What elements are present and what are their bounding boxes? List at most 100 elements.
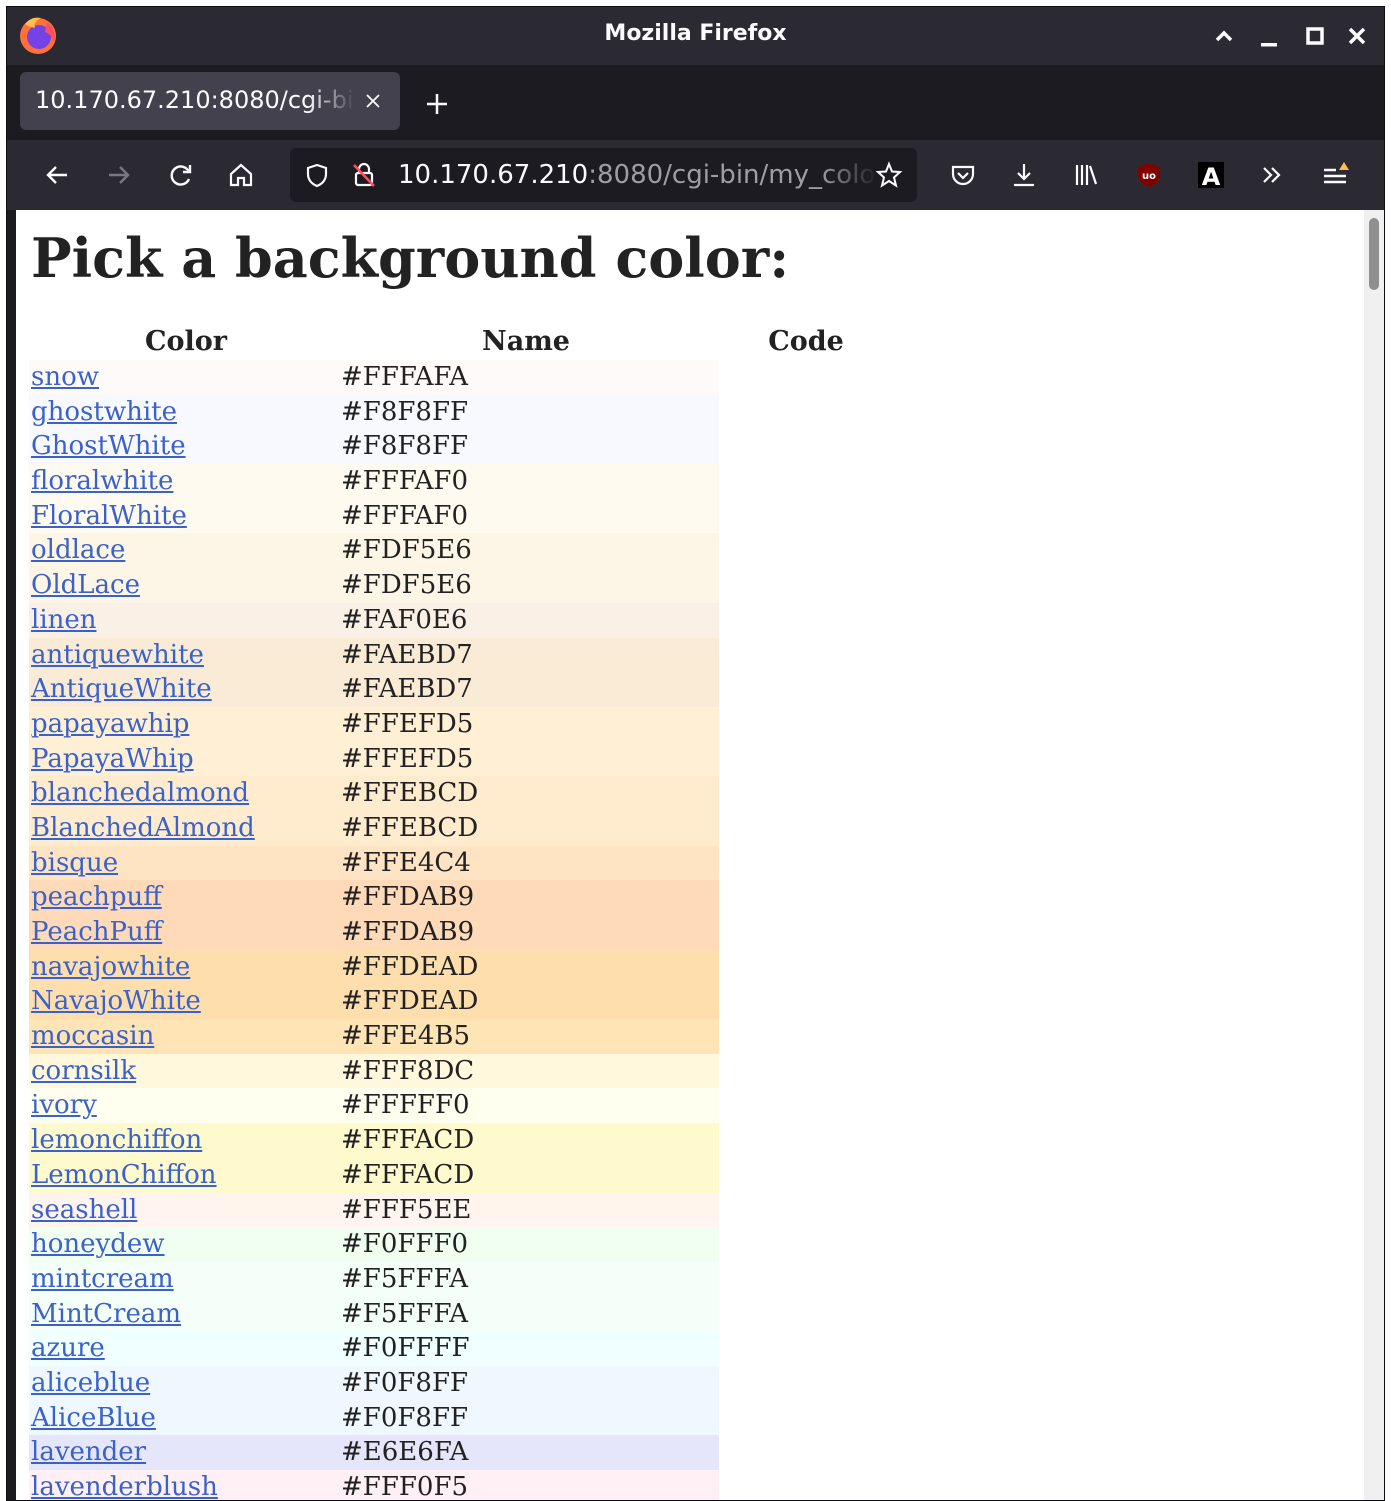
color-link[interactable]: LemonChiffon	[31, 1158, 217, 1192]
svg-text:uo: uo	[1142, 171, 1156, 182]
bookmark-star-icon[interactable]	[875, 161, 903, 189]
color-link[interactable]: peachpuff	[31, 880, 162, 914]
back-icon[interactable]	[42, 160, 72, 190]
window-shade-icon[interactable]	[1207, 19, 1241, 53]
table-row: honeydew #F0FFF0	[29, 1227, 719, 1262]
color-code: #FFDEAD	[341, 986, 479, 1017]
color-code: #FFEFD5	[341, 743, 474, 774]
color-link[interactable]: GhostWhite	[31, 429, 186, 463]
table-row: moccasin #FFE4B5	[29, 1019, 719, 1054]
color-table: snow #FFFAFA ghostwhite #F8F8FF GhostWhite #F…	[29, 360, 719, 1500]
color-link[interactable]: lemonchiffon	[31, 1123, 202, 1157]
color-code: #F5FFFA	[341, 1263, 469, 1294]
table-row: lemonchiffon #FFFACD	[29, 1123, 719, 1158]
color-link[interactable]: ivory	[31, 1088, 97, 1122]
window-close-icon[interactable]	[1340, 19, 1374, 53]
navigation-bar: 10.170.67.210:8080/cgi-bin/my_colors.py …	[7, 140, 1384, 210]
table-row: MintCream #F5FFFA	[29, 1296, 719, 1332]
color-link[interactable]: PeachPuff	[31, 915, 162, 949]
table-row: antiquewhite #FAEBD7	[29, 637, 719, 673]
color-code: #FFF8DC	[341, 1055, 475, 1086]
color-link[interactable]: azure	[31, 1331, 105, 1365]
scrollbar[interactable]	[1364, 210, 1384, 1500]
color-link[interactable]: papayawhip	[31, 707, 189, 741]
color-code: #F0F8FF	[341, 1402, 469, 1433]
color-link[interactable]: MintCream	[31, 1297, 181, 1331]
table-row: PapayaWhip #FFEFD5	[29, 741, 719, 777]
color-link[interactable]: PapayaWhip	[31, 742, 194, 776]
color-link[interactable]: linen	[31, 603, 97, 637]
color-link[interactable]: bisque	[31, 846, 118, 880]
color-link[interactable]: BlanchedAlmond	[31, 811, 255, 845]
color-link[interactable]: FloralWhite	[31, 499, 187, 533]
color-code: #FFFFF0	[341, 1090, 470, 1121]
tab-strip: 10.170.67.210:8080/cgi-bin/my_colors.py	[7, 65, 1384, 140]
reload-icon[interactable]	[166, 160, 196, 190]
color-link[interactable]: lavender	[31, 1435, 146, 1469]
color-code: #FDF5E6	[341, 535, 472, 566]
url-bar[interactable]: 10.170.67.210:8080/cgi-bin/my_colors.py	[290, 148, 917, 202]
color-link[interactable]: moccasin	[31, 1019, 154, 1053]
table-row: LemonChiffon #FFFACD	[29, 1157, 719, 1193]
url-text[interactable]: 10.170.67.210:8080/cgi-bin/my_colors.py	[398, 160, 878, 190]
color-link[interactable]: cornsilk	[31, 1054, 136, 1088]
color-code: #FFDEAD	[341, 951, 479, 982]
color-link[interactable]: aliceblue	[31, 1366, 150, 1400]
color-link[interactable]: floralwhite	[31, 464, 173, 498]
tab-active[interactable]: 10.170.67.210:8080/cgi-bin/my_colors.py	[20, 72, 400, 130]
pocket-icon[interactable]	[948, 160, 978, 190]
table-row: seashell #FFF5EE	[29, 1192, 719, 1228]
window-maximize-icon[interactable]	[1298, 19, 1332, 53]
svg-text:A: A	[1202, 163, 1221, 190]
ublock-origin-icon[interactable]: uo	[1134, 160, 1164, 190]
table-row: NavajoWhite #FFDEAD	[29, 984, 719, 1020]
tab-close-icon[interactable]	[361, 89, 385, 113]
color-link[interactable]: oldlace	[31, 533, 125, 567]
column-header-code: Code	[768, 326, 844, 357]
color-link[interactable]: antiquewhite	[31, 638, 204, 672]
forward-icon[interactable]	[104, 160, 134, 190]
library-icon[interactable]	[1071, 160, 1101, 190]
download-icon[interactable]	[1009, 160, 1039, 190]
table-row: snow #FFFAFA	[29, 360, 719, 395]
color-link[interactable]: lavenderblush	[31, 1470, 218, 1500]
color-link[interactable]: seashell	[31, 1193, 137, 1227]
window-minimize-icon[interactable]	[1252, 19, 1286, 53]
color-code: #FFFACD	[341, 1125, 475, 1156]
table-row: ivory #FFFFF0	[29, 1088, 719, 1124]
new-tab-icon[interactable]	[423, 90, 451, 118]
color-code: #FAF0E6	[341, 604, 468, 635]
table-row: blanchedalmond #FFEBCD	[29, 776, 719, 811]
app-menu-icon[interactable]	[1320, 160, 1350, 190]
shield-icon[interactable]	[304, 162, 330, 188]
color-code: #F0F8FF	[341, 1367, 469, 1398]
table-row: OldLace #FDF5E6	[29, 568, 719, 603]
color-link[interactable]: ghostwhite	[31, 395, 177, 429]
color-link[interactable]: honeydew	[31, 1227, 165, 1261]
overflow-chevron-icon[interactable]	[1257, 160, 1287, 190]
color-link[interactable]: mintcream	[31, 1262, 174, 1296]
table-row: BlanchedAlmond #FFEBCD	[29, 810, 719, 846]
color-code: #FFFAF0	[341, 500, 469, 531]
table-row: ghostwhite #F8F8FF	[29, 394, 719, 430]
color-link[interactable]: blanchedalmond	[31, 776, 249, 810]
color-code: #FFE4C4	[341, 847, 471, 878]
table-row: lavender #E6E6FA	[29, 1435, 719, 1470]
color-link[interactable]: NavajoWhite	[31, 984, 201, 1018]
table-row: AliceBlue #F0F8FF	[29, 1400, 719, 1436]
font-extension-icon[interactable]: A	[1196, 160, 1226, 190]
color-link[interactable]: AntiqueWhite	[31, 672, 212, 706]
color-link[interactable]: OldLace	[31, 568, 140, 602]
page-title: Pick a background color:	[31, 226, 790, 290]
tab-title: 10.170.67.210:8080/cgi-bin/my_colors.py	[35, 86, 355, 114]
table-row: AntiqueWhite #FAEBD7	[29, 672, 719, 707]
color-link[interactable]: snow	[31, 360, 99, 394]
table-row: linen #FAF0E6	[29, 602, 719, 638]
home-icon[interactable]	[226, 160, 256, 190]
title-bar[interactable]: Mozilla Firefox	[7, 7, 1384, 65]
color-link[interactable]: AliceBlue	[31, 1401, 156, 1435]
scrollbar-thumb[interactable]	[1369, 218, 1379, 290]
table-row: mintcream #F5FFFA	[29, 1261, 719, 1297]
color-link[interactable]: navajowhite	[31, 950, 190, 984]
insecure-lock-icon[interactable]	[350, 161, 378, 189]
